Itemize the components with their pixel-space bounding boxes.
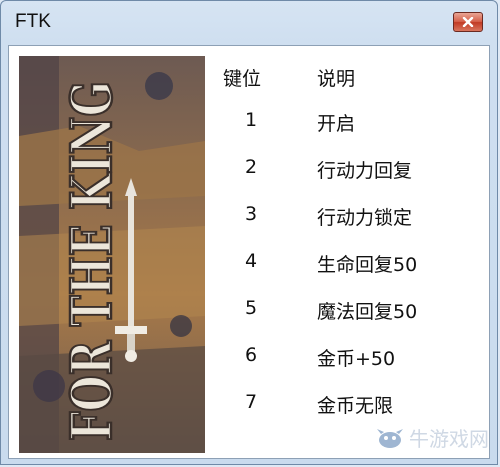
hotkey-number: 3 [244, 203, 258, 225]
trainer-window: FTK FOR THE KING 键位 说明 1 开启 2 行动力回复 3 行动… [0, 0, 498, 465]
table-row: 6 金币+50 [223, 344, 483, 391]
header-desc: 说明 [317, 68, 356, 90]
watermark-text: 牛游戏网 [409, 427, 489, 451]
hotkey-table: 键位 说明 1 开启 2 行动力回复 3 行动力锁定 4 生命回复50 5 魔法… [223, 62, 483, 438]
table-row: 4 生命回复50 [223, 250, 483, 297]
bird-logo-icon [377, 428, 403, 448]
hotkey-description: 开启 [317, 113, 356, 135]
hotkey-description: 生命回复50 [317, 254, 418, 276]
hotkey-description: 魔法回复50 [317, 301, 418, 323]
watermark: 牛游戏网 [375, 423, 489, 452]
hotkey-number: 5 [244, 297, 258, 319]
table-header: 键位 说明 [223, 62, 483, 109]
close-button[interactable] [453, 12, 483, 32]
for-the-king-logo: FOR THE KING [19, 56, 205, 453]
game-banner-image: FOR THE KING [19, 56, 205, 453]
hotkey-number: 1 [244, 109, 258, 131]
window-title: FTK [15, 11, 51, 32]
header-key: 键位 [223, 68, 262, 90]
hotkey-description: 行动力回复 [317, 160, 413, 182]
game-logo-text: FOR THE KING [59, 81, 125, 441]
title-bar[interactable]: FTK [1, 1, 497, 45]
hotkey-description: 行动力锁定 [317, 207, 413, 229]
hotkey-number: 4 [244, 250, 258, 272]
table-row: 1 开启 [223, 109, 483, 156]
hotkey-number: 7 [244, 391, 258, 413]
client-area: FOR THE KING 键位 说明 1 开启 2 行动力回复 3 行动力锁定 … [8, 45, 490, 459]
hotkey-number: 6 [244, 344, 258, 366]
hotkey-description: 金币无限 [317, 395, 394, 417]
table-row: 3 行动力锁定 [223, 203, 483, 250]
hotkey-description: 金币+50 [317, 348, 396, 370]
hotkey-number: 2 [244, 156, 258, 178]
close-icon [462, 17, 474, 27]
table-row: 2 行动力回复 [223, 156, 483, 203]
table-row: 5 魔法回复50 [223, 297, 483, 344]
